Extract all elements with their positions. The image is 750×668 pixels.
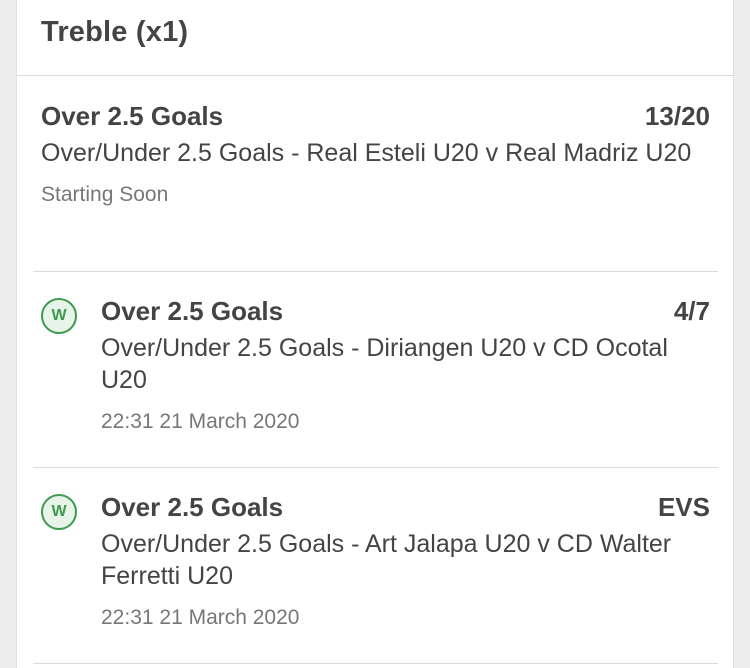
selection-status: Starting Soon xyxy=(41,183,169,206)
win-badge-icon: W xyxy=(41,298,77,334)
bet-type-title: Treble (x1) xyxy=(41,16,189,48)
selection-datetime: 22:31 21 March 2020 xyxy=(101,410,300,433)
bet-header[interactable]: Treble (x1) xyxy=(17,0,733,76)
selection-name: Over 2.5 Goals xyxy=(101,492,284,522)
selection-odds: EVS xyxy=(657,492,710,522)
selection-name: Over 2.5 Goals xyxy=(101,296,284,326)
selection-odds: 13/20 xyxy=(644,101,710,131)
win-badge-icon: W xyxy=(41,494,77,530)
selection-name: Over 2.5 Goals xyxy=(41,101,224,131)
selection-market: Over/Under 2.5 Goals - Real Esteli U20 v… xyxy=(41,139,692,167)
selection-market: Over/Under 2.5 Goals - Diriangen U20 v C… xyxy=(101,334,668,394)
selection-market: Over/Under 2.5 Goals - Art Jalapa U20 v … xyxy=(101,530,672,590)
bet-card: Treble (x1) Over 2.5 Goals 13/20 Over/Un… xyxy=(16,0,734,668)
selection-item[interactable]: Over 2.5 Goals 13/20 Over/Under 2.5 Goal… xyxy=(33,77,718,272)
selection-datetime: 22:31 21 March 2020 xyxy=(101,606,300,629)
selection-item[interactable]: W Over 2.5 Goals EVS Over/Under 2.5 Goal… xyxy=(33,468,718,664)
selection-odds: 4/7 xyxy=(673,296,710,326)
selection-item[interactable]: W Over 2.5 Goals 4/7 Over/Under 2.5 Goal… xyxy=(33,272,718,468)
